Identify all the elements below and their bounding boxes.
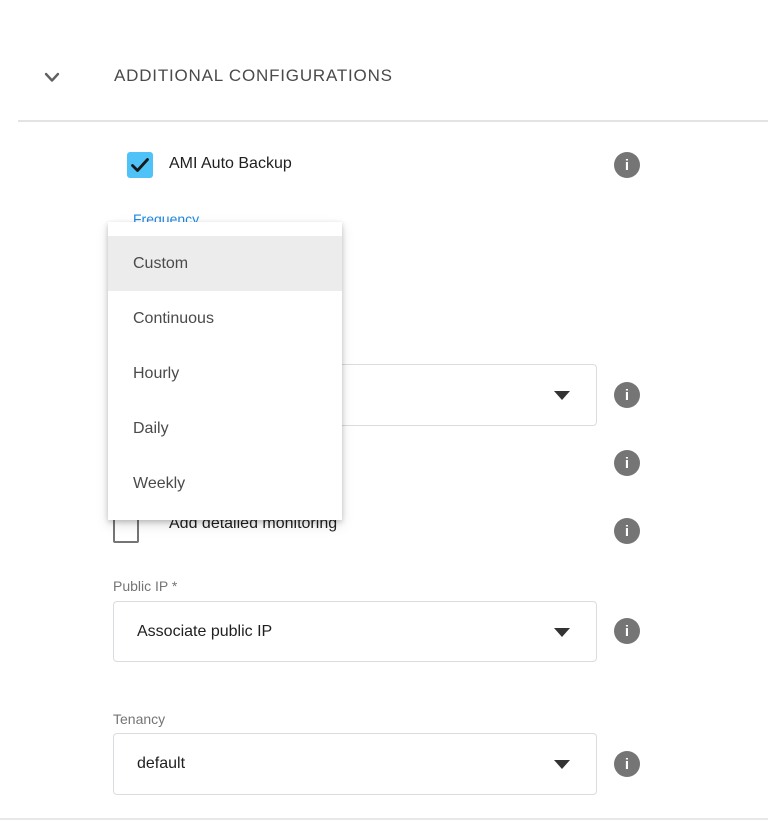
public-ip-field-label: Public IP * [113,578,177,594]
info-icon[interactable]: i [614,518,640,544]
check-icon [127,152,153,178]
public-ip-select[interactable]: Associate public IP [113,601,597,662]
menu-item-custom[interactable]: Custom [108,236,342,291]
dropdown-arrow-icon [554,760,570,769]
detailed-monitoring-checkbox[interactable] [113,517,139,543]
additional-configurations-panel: ADDITIONAL CONFIGURATIONS AMI Auto Backu… [0,0,768,831]
tenancy-select-value: default [137,755,185,773]
frequency-dropdown-menu: Custom Continuous Hourly Daily Weekly [108,222,342,520]
info-icon[interactable]: i [614,450,640,476]
tenancy-field-label: Tenancy [113,711,165,727]
info-icon[interactable]: i [614,751,640,777]
bottom-divider [0,818,768,820]
tenancy-select[interactable]: default [113,733,597,795]
section-header: ADDITIONAL CONFIGURATIONS [0,60,768,94]
section-title: ADDITIONAL CONFIGURATIONS [114,66,393,86]
ami-auto-backup-checkbox[interactable] [127,152,153,178]
menu-item-daily[interactable]: Daily [108,401,342,456]
chevron-down-icon[interactable] [38,63,66,91]
dropdown-arrow-icon [554,628,570,637]
menu-item-weekly[interactable]: Weekly [108,456,342,511]
ami-auto-backup-label: AMI Auto Backup [169,155,292,173]
dropdown-arrow-icon [554,391,570,400]
menu-item-hourly[interactable]: Hourly [108,346,342,401]
info-icon[interactable]: i [614,618,640,644]
menu-item-continuous[interactable]: Continuous [108,291,342,346]
info-icon[interactable]: i [614,382,640,408]
public-ip-select-value: Associate public IP [137,623,272,641]
section-divider [18,120,768,122]
info-icon[interactable]: i [614,152,640,178]
